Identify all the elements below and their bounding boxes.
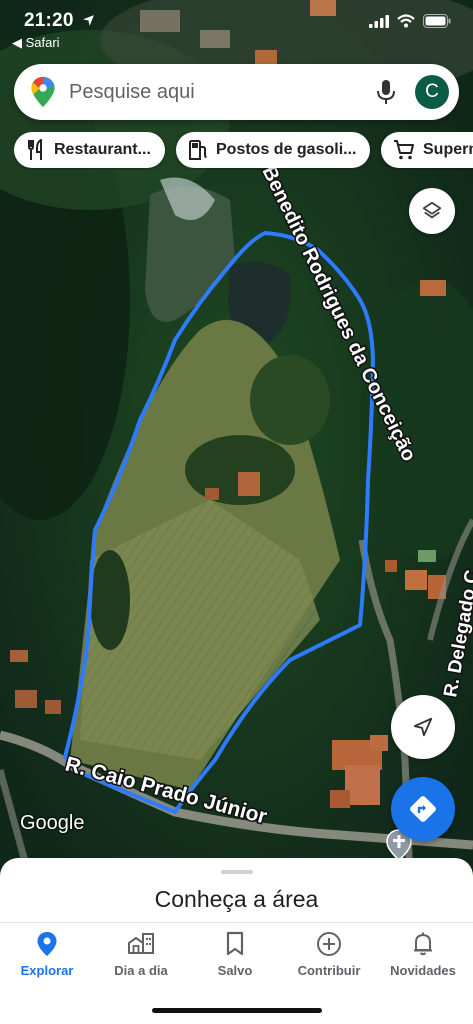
search-input[interactable]: Pesquise aqui	[69, 81, 375, 104]
location-arrow-icon	[83, 15, 94, 26]
cart-icon	[394, 140, 414, 160]
nav-tab-updates[interactable]: Novidades	[376, 931, 470, 978]
home-indicator	[152, 1008, 322, 1013]
nav-label: Contribuir	[297, 963, 361, 978]
back-to-safari[interactable]: ◀ Safari	[12, 35, 60, 51]
wifi-icon	[397, 14, 415, 28]
nav-label: Salvo	[217, 963, 253, 978]
chip-supermarkets[interactable]: Superm	[381, 132, 473, 168]
nav-tab-explore[interactable]: Explorar	[0, 931, 94, 978]
category-chips: Restaurant... Postos de gasoli... Superm	[14, 132, 473, 170]
sheet-title: Conheça a área	[154, 886, 319, 912]
signal-icon	[369, 14, 389, 28]
nav-tab-commute[interactable]: Dia a dia	[94, 931, 188, 978]
chip-gas-stations[interactable]: Postos de gasoli...	[176, 132, 371, 168]
directions-button[interactable]	[391, 777, 455, 841]
navigation-arrow-icon	[413, 717, 433, 737]
commute-icon	[128, 933, 154, 954]
google-watermark: Google	[20, 812, 85, 834]
nav-label: Explorar	[20, 963, 74, 978]
google-maps-logo-icon	[31, 76, 55, 108]
nav-label: Dia a dia	[114, 963, 168, 978]
nav-tab-saved[interactable]: Salvo	[188, 931, 282, 978]
bell-icon	[414, 932, 432, 956]
bookmark-icon	[226, 931, 244, 956]
battery-icon	[423, 14, 451, 28]
gas-station-icon	[189, 140, 207, 160]
chip-restaurants[interactable]: Restaurant...	[14, 132, 165, 168]
explore-sheet[interactable]: Conheça a área	[0, 858, 473, 922]
sheet-drag-handle[interactable]	[221, 870, 253, 874]
status-bar: 21:20 ◀ Safari	[0, 0, 473, 56]
layers-icon	[422, 201, 442, 219]
chip-label: Restaurant...	[54, 141, 151, 158]
nav-tab-contribute[interactable]: Contribuir	[282, 931, 376, 978]
chip-label: Superm	[423, 141, 473, 158]
add-circle-icon	[317, 932, 341, 956]
nav-label: Novidades	[390, 963, 456, 978]
search-bar[interactable]: Pesquise aqui C	[14, 64, 459, 120]
my-location-button[interactable]	[391, 695, 455, 759]
layers-button[interactable]	[409, 188, 455, 234]
status-time: 21:20	[24, 10, 74, 31]
directions-icon	[410, 796, 436, 822]
status-icons	[369, 14, 451, 28]
restaurant-icon	[28, 139, 42, 160]
account-avatar[interactable]: C	[415, 75, 449, 109]
explore-pin-icon	[37, 932, 57, 956]
chip-label: Postos de gasoli...	[216, 141, 357, 158]
mic-icon[interactable]	[375, 79, 397, 105]
